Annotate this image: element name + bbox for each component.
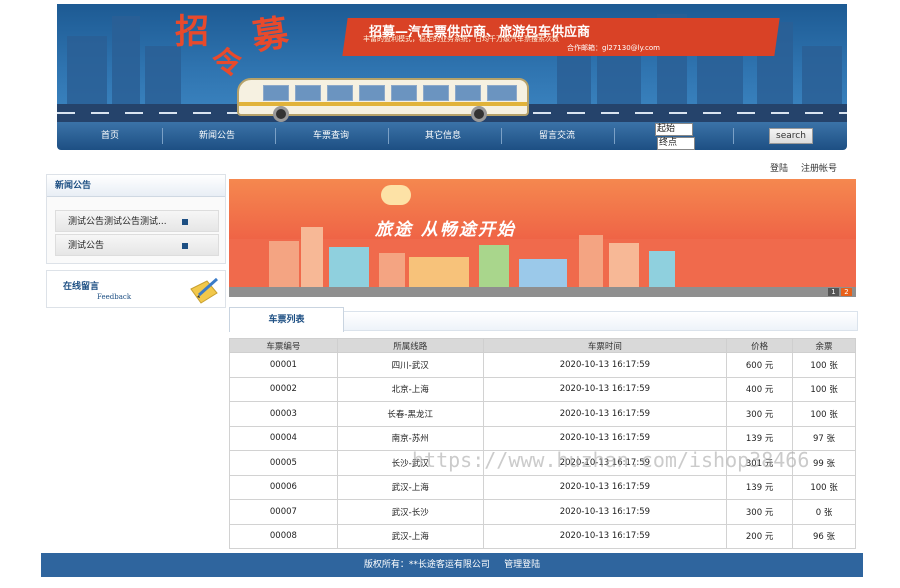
cell-ticket-no: 00002: [229, 376, 338, 402]
cell-time: 2020-10-13 16:17:59: [482, 352, 728, 378]
news-panel-title: 新闻公告: [47, 175, 225, 197]
cell-price: 139 元: [726, 425, 794, 451]
nav-item-news[interactable]: 新闻公告: [167, 122, 267, 150]
online-message-sub: Feedback: [97, 293, 132, 301]
cell-price: 300 元: [726, 499, 794, 525]
promo-slide[interactable]: 旅途 从畅途开始 1 2: [229, 179, 856, 297]
cell-price: 300 元: [726, 401, 794, 427]
col-header-ticket-no: 车票编号: [229, 338, 338, 353]
table-row[interactable]: 00007 武汉-长沙 2020-10-13 16:17:59 300 元 0 …: [229, 499, 856, 525]
cell-time: 2020-10-13 16:17:59: [482, 401, 728, 427]
news-item[interactable]: 测试公告测试公告测试...: [55, 210, 219, 232]
table-row[interactable]: 00003 长春-黑龙江 2020-10-13 16:17:59 300 元 1…: [229, 401, 856, 427]
table-row[interactable]: 00006 武汉-上海 2020-10-13 16:17:59 139 元 10…: [229, 474, 856, 500]
table-row[interactable]: 00002 北京-上海 2020-10-13 16:17:59 400 元 10…: [229, 376, 856, 402]
admin-login-link[interactable]: 管理登陆: [504, 560, 540, 570]
cell-ticket-no: 00004: [229, 425, 338, 451]
col-header-price: 价格: [726, 338, 794, 353]
cell-ticket-no: 00006: [229, 474, 338, 500]
arrow-right-icon: [182, 243, 188, 249]
cell-price: 200 元: [726, 523, 794, 549]
footer-copyright: 版权所有：**长途客运有限公司: [363, 560, 490, 570]
banner-ribbon-mail: 合作邮箱：gl27130@ly.com: [567, 44, 660, 52]
cell-remaining: 100 张: [792, 401, 856, 427]
nav-item-home[interactable]: 首页: [60, 122, 160, 150]
cell-price: 600 元: [726, 352, 794, 378]
cell-ticket-no: 00005: [229, 450, 338, 476]
news-panel: 新闻公告 测试公告测试公告测试... 测试公告: [46, 174, 226, 264]
news-item[interactable]: 测试公告: [55, 234, 219, 256]
col-header-remaining: 余票: [792, 338, 856, 353]
cell-ticket-no: 00008: [229, 523, 338, 549]
cell-time: 2020-10-13 16:17:59: [482, 499, 728, 525]
cell-price: 400 元: [726, 376, 794, 402]
table-row[interactable]: 00001 四川-武汉 2020-10-13 16:17:59 600 元 10…: [229, 352, 856, 378]
main-nav: 首页 新闻公告 车票查询 其它信息 留言交流 起始 终点 search: [57, 122, 847, 150]
news-item-label: 测试公告: [68, 241, 105, 251]
cell-price: 139 元: [726, 474, 794, 500]
cell-route[interactable]: 四川-武汉: [336, 352, 484, 378]
cell-ticket-no: 00007: [229, 499, 338, 525]
cell-route[interactable]: 武汉-上海: [336, 474, 484, 500]
cell-time: 2020-10-13 16:17:59: [482, 425, 728, 451]
cell-ticket-no: 00001: [229, 352, 338, 378]
cell-route[interactable]: 南京-苏州: [336, 425, 484, 451]
bus-illustration: [237, 78, 529, 122]
nav-item-messages[interactable]: 留言交流: [507, 122, 607, 150]
cell-time: 2020-10-13 16:17:59: [482, 474, 728, 500]
cell-route[interactable]: 长春-黑龙江: [336, 401, 484, 427]
ticket-table: 车票编号 所属线路 车票时间 价格 余票 00001 四川-武汉 2020-10…: [229, 338, 856, 549]
table-row[interactable]: 00004 南京-苏州 2020-10-13 16:17:59 139 元 97…: [229, 425, 856, 451]
register-link[interactable]: 注册帐号: [801, 161, 837, 174]
end-station-input[interactable]: 终点: [657, 137, 695, 150]
cell-remaining: 100 张: [792, 474, 856, 500]
cell-route[interactable]: 武汉-上海: [336, 523, 484, 549]
col-header-route: 所属线路: [336, 338, 484, 353]
nav-item-other-info[interactable]: 其它信息: [393, 122, 493, 150]
cell-remaining: 100 张: [792, 352, 856, 378]
slide-page-1[interactable]: 1: [828, 288, 839, 296]
cell-remaining: 97 张: [792, 425, 856, 451]
banner-char-1: 招: [175, 12, 209, 52]
header-banner: 招 募 令 招募—汽车票供应商、旅游包车供应商 丰富的盈利模式，稳定的业务系统，…: [57, 4, 847, 122]
tab-ticket-list[interactable]: 车票列表: [229, 307, 344, 332]
banner-char-3: 令: [212, 46, 242, 81]
pencil-note-icon: [190, 277, 218, 304]
banner-char-2: 募: [249, 11, 292, 59]
watermark: https://www.huzhan.com/ishop38466: [412, 448, 810, 472]
cell-time: 2020-10-13 16:17:59: [482, 523, 728, 549]
online-message-title: 在线留言: [63, 282, 100, 292]
cell-route[interactable]: 北京-上海: [336, 376, 484, 402]
cell-remaining: 0 张: [792, 499, 856, 525]
cell-ticket-no: 00003: [229, 401, 338, 427]
search-button[interactable]: search: [769, 128, 813, 144]
footer: 版权所有：**长途客运有限公司 管理登陆: [41, 553, 863, 577]
nav-item-ticket-search[interactable]: 车票查询: [281, 122, 381, 150]
login-link[interactable]: 登陆: [770, 161, 788, 174]
table-header-row: 车票编号 所属线路 车票时间 价格 余票: [229, 338, 856, 353]
slide-slogan: 旅途 从畅途开始: [375, 220, 516, 240]
cell-remaining: 100 张: [792, 376, 856, 402]
cell-route[interactable]: 武汉-长沙: [336, 499, 484, 525]
banner-ribbon-sub: 丰富的盈利模式，稳定的业务系统，日均千万级汽车票搜索次数: [363, 35, 559, 43]
news-item-label: 测试公告测试公告测试...: [68, 217, 167, 227]
start-station-input[interactable]: 起始: [655, 123, 693, 136]
slide-page-2[interactable]: 2: [841, 288, 852, 296]
table-row[interactable]: 00008 武汉-上海 2020-10-13 16:17:59 200 元 96…: [229, 523, 856, 549]
online-message-panel[interactable]: 在线留言 Feedback: [46, 270, 226, 308]
cell-time: 2020-10-13 16:17:59: [482, 376, 728, 402]
arrow-right-icon: [182, 219, 188, 225]
col-header-time: 车票时间: [482, 338, 728, 353]
cell-remaining: 96 张: [792, 523, 856, 549]
